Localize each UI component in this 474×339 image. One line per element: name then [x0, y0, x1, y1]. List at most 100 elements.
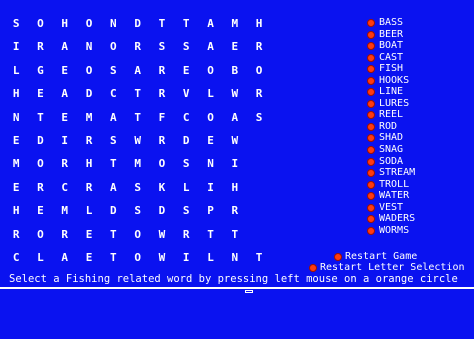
orange-circle-icon[interactable]	[367, 42, 375, 51]
grid-letter: R	[37, 180, 44, 194]
orange-circle-icon[interactable]	[367, 122, 375, 131]
grid-letter: D	[134, 17, 141, 30]
grid-letter: I	[231, 157, 239, 171]
grid-letter: A	[207, 40, 214, 54]
grid-letter: E	[12, 180, 20, 194]
grid-letter: R	[37, 40, 44, 54]
orange-circle-icon[interactable]	[367, 30, 375, 39]
status-text: Select a Fishing related word by pressin…	[9, 273, 458, 285]
word-item[interactable]: WORMS	[366, 224, 474, 238]
word-label: SNAG	[379, 144, 404, 156]
grid-letter: H	[12, 204, 20, 218]
grid-letter	[271, 59, 295, 82]
grid-letter: M	[61, 204, 69, 218]
grid-letter: S	[182, 157, 190, 171]
grid-letter: D	[37, 133, 44, 147]
orange-circle-icon[interactable]	[367, 65, 375, 74]
word-list: BASS BEER BOAT CAST FISH HOOKS LINE LURES REEL RO…	[366, 17, 474, 238]
grid-letter: T	[110, 227, 117, 241]
grid-letter	[296, 152, 320, 175]
grid-letter: S	[110, 133, 117, 147]
grid-letter: S	[12, 17, 20, 30]
grid-letter: N	[12, 110, 20, 124]
orange-circle-icon[interactable]	[367, 180, 375, 189]
grid-letter: A	[134, 63, 141, 77]
grid-letter	[271, 176, 295, 199]
grid-letter: O	[37, 227, 44, 241]
orange-circle-icon[interactable]	[367, 99, 375, 108]
grid-letter: T	[134, 87, 141, 101]
grid-letter: S	[182, 204, 190, 218]
word-label: WORMS	[379, 224, 410, 236]
grid-letter: A	[110, 110, 117, 124]
word-label: BEER	[379, 28, 404, 40]
orange-circle-icon[interactable]	[367, 134, 375, 143]
grid-letter	[296, 176, 320, 199]
grid-letter	[296, 106, 320, 129]
grid-letter: H	[61, 17, 69, 30]
orange-circle-icon[interactable]	[367, 88, 375, 97]
grid-letter	[247, 152, 271, 175]
grid-letter: A	[110, 180, 117, 194]
grid-letter: C	[110, 87, 117, 101]
orange-circle-icon[interactable]	[367, 157, 375, 166]
grid-letter: G	[37, 63, 44, 77]
word-label: TROLL	[379, 178, 410, 190]
grid-letter	[247, 223, 271, 246]
orange-circle-icon[interactable]	[367, 215, 375, 224]
word-label: FISH	[379, 63, 404, 75]
grid-letter	[296, 35, 320, 58]
word-label: HOOKS	[379, 74, 410, 86]
grid-letter: W	[158, 227, 166, 241]
grid-letter: L	[85, 204, 93, 218]
grid-letter: R	[158, 133, 166, 147]
grid-letter: A	[61, 87, 69, 101]
grid-letter: E	[182, 63, 190, 77]
word-label: SHAD	[379, 132, 404, 144]
grid-letter: E	[37, 204, 44, 218]
grid-letter: M	[231, 17, 239, 30]
grid-letter	[247, 176, 271, 199]
grid-letter: E	[207, 133, 214, 147]
mouse-cursor-icon	[245, 290, 253, 293]
grid-letter: O	[255, 63, 263, 77]
orange-circle-icon[interactable]	[367, 111, 375, 120]
grid-letter: M	[134, 157, 141, 171]
grid-letter: D	[158, 204, 166, 218]
orange-circle-icon[interactable]	[367, 76, 375, 85]
word-label: REEL	[379, 109, 404, 121]
word-label: STREAM	[379, 167, 416, 179]
orange-circle-icon[interactable]	[367, 203, 375, 212]
grid-letter: W	[231, 133, 239, 147]
orange-circle-icon[interactable]	[334, 253, 342, 261]
orange-circle-icon[interactable]	[367, 192, 375, 201]
grid-letter: I	[61, 133, 69, 147]
grid-letter	[296, 129, 320, 152]
grid-letter: E	[85, 250, 93, 264]
grid-letter: R	[255, 40, 263, 54]
grid-letter	[271, 35, 295, 58]
grid-letter: O	[110, 40, 117, 54]
orange-circle-icon[interactable]	[367, 146, 375, 155]
grid-letter: R	[85, 133, 93, 147]
grid-letter: L	[12, 63, 20, 77]
word-label: WATER	[379, 190, 410, 202]
grid-letter: S	[255, 110, 263, 124]
orange-circle-icon[interactable]	[309, 264, 317, 272]
grid-letter: A	[207, 17, 214, 30]
grid-letter: D	[182, 133, 190, 147]
grid-letter: V	[182, 87, 190, 101]
orange-circle-icon[interactable]	[367, 53, 375, 62]
grid-letter: L	[207, 87, 214, 101]
word-label: BASS	[379, 17, 404, 28]
game-screen: SOHONDTTAMHIRANORSSAERLGEOSAREOBOHEADCTR…	[0, 0, 474, 339]
grid-letter	[271, 246, 295, 269]
orange-circle-icon[interactable]	[367, 169, 375, 178]
letter-grid: SOHONDTTAMHIRANORSSAERLGEOSAREOBOHEADCTR…	[4, 12, 320, 269]
grid-letter: I	[182, 250, 190, 264]
grid-letter: O	[85, 63, 93, 77]
grid-letter: O	[37, 157, 44, 171]
orange-circle-icon[interactable]	[367, 19, 375, 27]
orange-circle-icon[interactable]	[367, 226, 375, 235]
grid-letter: M	[12, 157, 20, 171]
